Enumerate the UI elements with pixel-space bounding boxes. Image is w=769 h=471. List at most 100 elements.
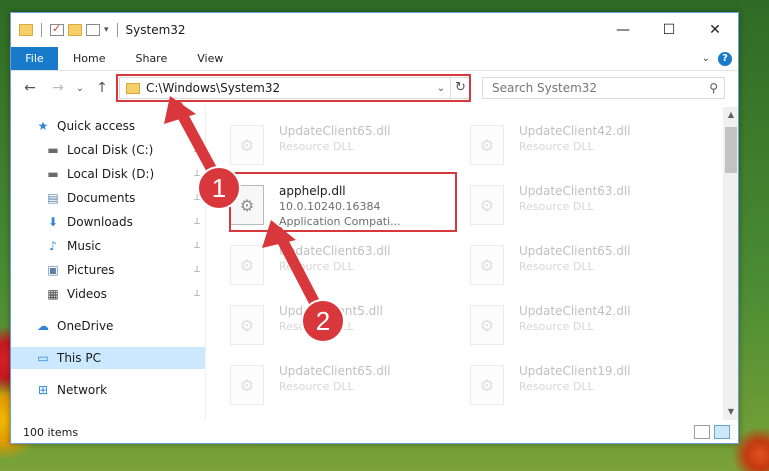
sidebar-item-local-disk-c[interactable]: ▬ Local Disk (C:) ⊥ [11, 139, 205, 161]
large-icons-view-button[interactable] [714, 425, 730, 439]
music-icon: ♪ [49, 239, 57, 253]
navigation-pane: ★ Quick access ▬ Local Disk (C:) ⊥ ▬ Local Dis… [11, 107, 205, 420]
dll-file-icon: ⚙ [230, 125, 264, 165]
pin-icon[interactable]: ⊥ [193, 145, 201, 155]
sidebar-item-videos[interactable]: ▦ Videos ⊥ [11, 283, 205, 305]
item-count: 100 items [23, 425, 79, 439]
scroll-up-arrow-icon[interactable]: ▲ [723, 107, 738, 123]
dll-file-icon: ⚙ [470, 365, 504, 405]
new-folder-icon[interactable] [68, 24, 82, 36]
file-name: UpdateClient42.dll [519, 304, 631, 318]
recent-locations-button[interactable]: ⌄ [69, 83, 91, 94]
sidebar-item-local-disk-d[interactable]: ▬ Local Disk (D:) ⊥ [11, 163, 205, 185]
file-item[interactable]: ⚙ UpdateClient42.dll Resource DLL [456, 117, 696, 169]
tab-file[interactable]: File [11, 47, 58, 70]
file-item[interactable]: ⚙ UpdateClient63.dll Resource DLL [216, 237, 456, 289]
pin-icon[interactable]: ⊥ [193, 289, 201, 299]
sidebar-item-label: Videos [67, 287, 107, 301]
file-detail: Resource DLL [279, 140, 354, 153]
sidebar-item-pictures[interactable]: ▣ Pictures ⊥ [11, 259, 205, 281]
sidebar-item-label: OneDrive [57, 319, 114, 333]
sidebar-item-label: Music [67, 239, 102, 253]
dll-file-icon: ⚙ [470, 245, 504, 285]
details-view-button[interactable] [694, 425, 710, 439]
sidebar-item-label: Pictures [67, 263, 115, 277]
pane-divider[interactable] [205, 107, 206, 420]
expand-ribbon-icon[interactable]: ⌄ [702, 53, 710, 64]
help-icon[interactable]: ? [718, 51, 732, 66]
pin-icon[interactable]: ⊥ [193, 265, 201, 275]
sidebar-item-label: Quick access [57, 119, 136, 133]
toolbar-separator [41, 23, 42, 37]
minimize-button[interactable]: — [600, 13, 646, 47]
sidebar-item-downloads[interactable]: ⬇ Downloads ⊥ [11, 211, 205, 233]
scroll-thumb[interactable] [725, 127, 737, 173]
sidebar-item-label: Downloads [67, 215, 133, 229]
close-button[interactable]: ✕ [692, 13, 738, 47]
tab-home[interactable]: Home [58, 47, 120, 70]
title-bar: ▾ System32 — ☐ ✕ [11, 13, 738, 47]
gear-icon: ⚙ [479, 135, 495, 155]
cloud-icon: ☁ [37, 319, 49, 333]
sidebar-item-network[interactable]: ⊞ Network [11, 379, 205, 401]
file-item[interactable]: ⚙ UpdateClient65.dll Resource DLL [216, 357, 456, 409]
window-title: System32 [125, 23, 186, 37]
folder-icon [19, 24, 33, 36]
dll-file-icon: ⚙ [470, 185, 504, 225]
file-name: UpdateClient63.dll [519, 184, 631, 198]
gear-icon: ⚙ [239, 135, 255, 155]
sidebar-item-this-pc[interactable]: ▭ This PC [11, 347, 205, 369]
search-box[interactable]: ⚲ [482, 77, 725, 99]
network-icon: ⊞ [37, 383, 49, 397]
maximize-button[interactable]: ☐ [646, 13, 692, 47]
quick-access-toolbar: ▾ [11, 22, 122, 37]
file-name: UpdateClient65.dll [279, 124, 391, 138]
tab-view[interactable]: View [182, 47, 238, 70]
view-switcher [694, 425, 738, 439]
file-name: UpdateClient65.dll [279, 364, 391, 378]
sidebar-item-documents[interactable]: ▤ Documents ⊥ [11, 187, 205, 209]
search-icon[interactable]: ⚲ [709, 81, 718, 95]
file-item[interactable]: ⚙ UpdateClient65.dll Resource DLL [216, 117, 456, 169]
ribbon-help-area: ⌄ ? [702, 47, 738, 70]
pictures-icon: ▣ [47, 263, 59, 277]
sidebar-item-label: This PC [57, 351, 101, 365]
forward-button[interactable]: → [47, 80, 69, 96]
sidebar-item-music[interactable]: ♪ Music ⊥ [11, 235, 205, 257]
file-item[interactable]: ⚙ UpdateClient5.dll Resource DLL [216, 297, 456, 349]
back-button[interactable]: ← [19, 80, 41, 96]
pin-icon[interactable]: ⊥ [193, 241, 201, 251]
chevron-down-icon[interactable]: ▾ [104, 25, 109, 35]
videos-icon: ▦ [47, 287, 59, 301]
pin-icon[interactable]: ⊥ [193, 193, 201, 203]
gear-icon: ⚙ [479, 195, 495, 215]
pin-icon[interactable]: ⊥ [193, 169, 201, 179]
up-button[interactable]: ↑ [91, 80, 113, 96]
search-input[interactable] [492, 81, 692, 95]
file-highlight-box [229, 172, 457, 232]
file-item[interactable]: ⚙ UpdateClient65.dll Resource DLL [456, 237, 696, 289]
documents-icon: ▤ [47, 191, 59, 205]
file-name: UpdateClient5.dll [279, 304, 383, 318]
sidebar-item-quick-access[interactable]: ★ Quick access [11, 115, 205, 137]
file-item[interactable]: ⚙ UpdateClient19.dll Resource DLL [456, 357, 696, 409]
scroll-down-arrow-icon[interactable]: ▼ [723, 404, 738, 420]
computer-icon: ▭ [37, 351, 49, 365]
properties-icon[interactable] [86, 24, 100, 36]
file-detail: Resource DLL [519, 320, 594, 333]
pin-icon[interactable]: ⊥ [193, 217, 201, 227]
gear-icon: ⚙ [479, 315, 495, 335]
tab-share[interactable]: Share [120, 47, 182, 70]
file-item[interactable]: ⚙ UpdateClient63.dll Resource DLL [456, 177, 696, 229]
sidebar-item-label: Network [57, 383, 108, 397]
properties-check-icon[interactable] [50, 22, 64, 36]
drive-icon: ▬ [47, 167, 59, 181]
gear-icon: ⚙ [239, 255, 255, 275]
file-detail: Resource DLL [279, 260, 354, 273]
sidebar-item-onedrive[interactable]: ☁ OneDrive [11, 315, 205, 337]
toolbar-separator [116, 23, 118, 37]
vertical-scrollbar[interactable]: ▲ ▼ [723, 107, 738, 420]
dll-file-icon: ⚙ [470, 125, 504, 165]
file-detail: Resource DLL [279, 380, 354, 393]
file-item[interactable]: ⚙ UpdateClient42.dll Resource DLL [456, 297, 696, 349]
